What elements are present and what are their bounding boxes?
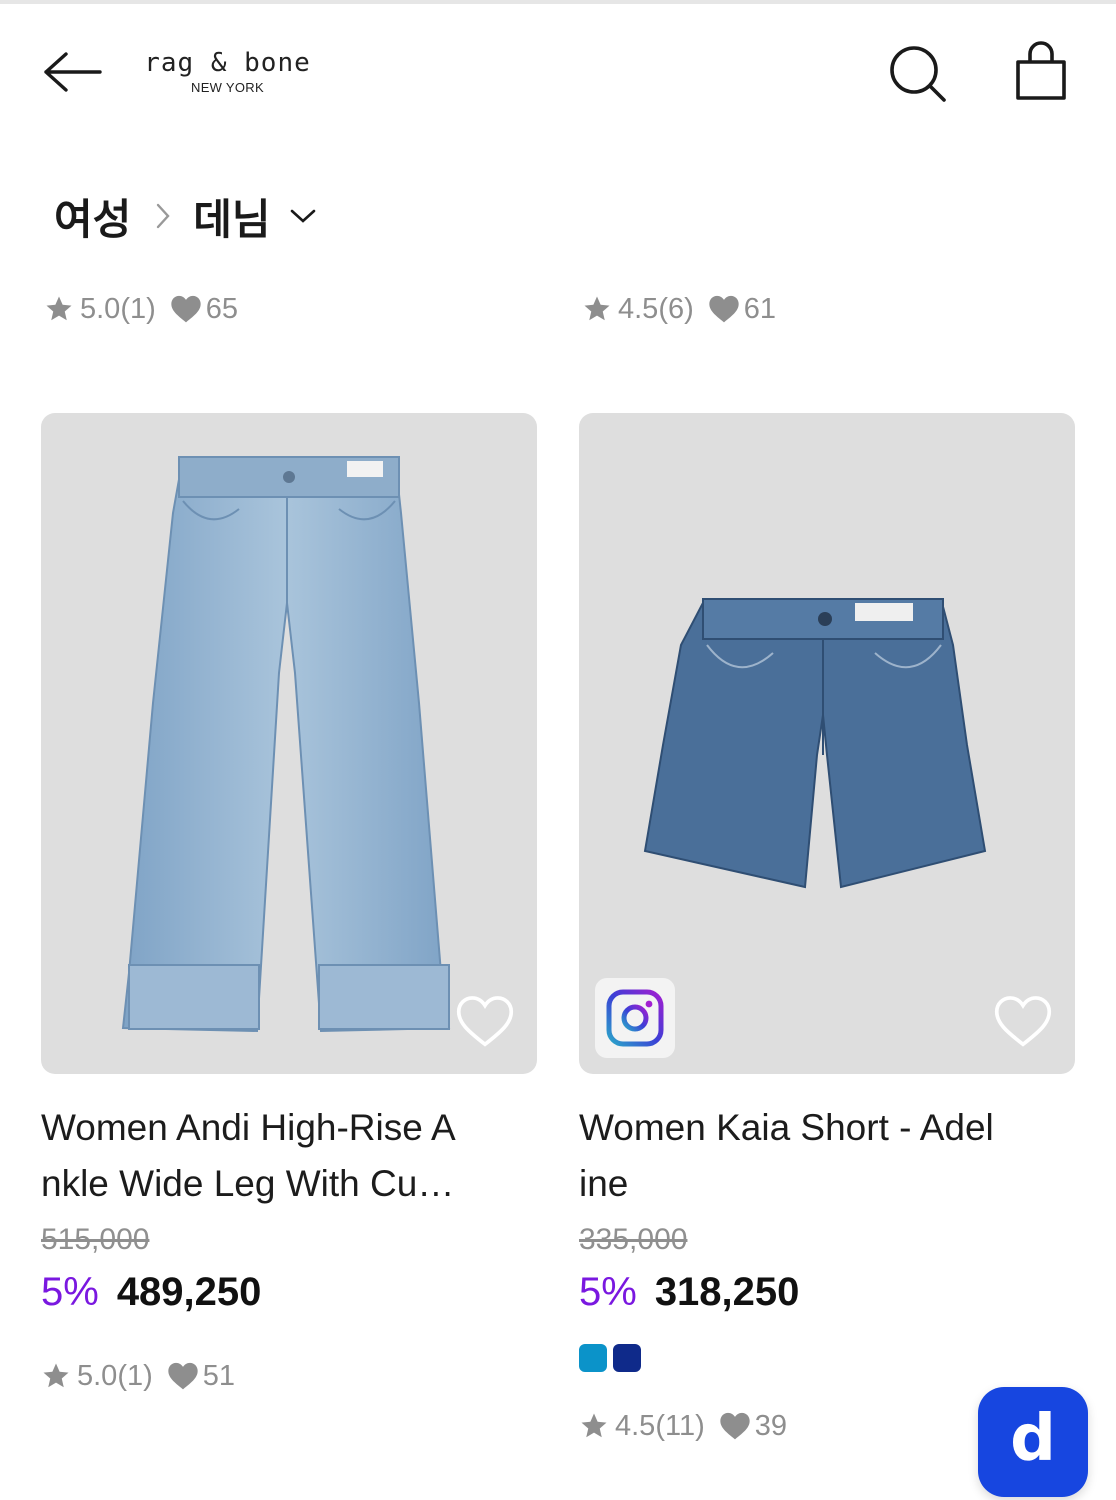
- discount-rate: 5%: [41, 1270, 99, 1314]
- sale-price-row: 5% 318,250: [579, 1266, 1075, 1318]
- sale-price: 489,250: [116, 1270, 262, 1314]
- star-icon: [584, 296, 610, 321]
- cart-button[interactable]: [1008, 40, 1074, 106]
- search-icon: [890, 46, 946, 102]
- heart-icon: [168, 1362, 198, 1390]
- shopping-bag-icon: [1016, 41, 1066, 100]
- breadcrumb-current[interactable]: 데님: [193, 186, 270, 247]
- original-price: 335,000: [579, 1223, 688, 1256]
- sale-price-row: 5% 489,250: [41, 1266, 537, 1318]
- product-image[interactable]: [41, 413, 537, 1074]
- star-icon: [43, 1363, 69, 1388]
- chevron-down-icon[interactable]: [289, 207, 317, 225]
- likes-count: 51: [202, 1359, 236, 1392]
- search-button[interactable]: [884, 40, 950, 106]
- product-meta: 5.0(1) 51: [41, 1356, 537, 1396]
- color-swatches: [579, 1344, 1075, 1372]
- product-meta: 4.5(6) 61: [582, 289, 776, 329]
- rating-text: 5.0(1): [80, 292, 156, 325]
- heart-outline-icon: [456, 996, 514, 1047]
- instagram-badge[interactable]: [595, 978, 675, 1058]
- rating-text: 5.0(1): [77, 1359, 153, 1392]
- app-header: rag & bone NEW YORK: [0, 4, 1116, 134]
- rating-text: 4.5(11): [615, 1409, 705, 1442]
- sale-price: 318,250: [654, 1270, 800, 1314]
- heart-outline-icon: [994, 996, 1052, 1047]
- wishlist-button[interactable]: [993, 994, 1053, 1048]
- color-swatch[interactable]: [579, 1344, 607, 1372]
- back-button[interactable]: [40, 42, 110, 102]
- likes-count: 61: [743, 292, 777, 325]
- arrow-left-icon: [44, 52, 102, 92]
- heart-icon: [720, 1412, 750, 1440]
- color-swatch[interactable]: [613, 1344, 641, 1372]
- wide-leg-jeans-image: [121, 456, 451, 1033]
- wishlist-button[interactable]: [455, 994, 515, 1048]
- fab-label: d: [1010, 1402, 1056, 1476]
- product-meta: 5.0(1) 65: [44, 289, 238, 329]
- discount-rate: 5%: [579, 1270, 637, 1314]
- breadcrumb: 여성 데님: [54, 186, 317, 246]
- denim-shorts-image: [643, 598, 987, 889]
- product-title[interactable]: Women Andi High-Rise A nkle Wide Leg Wit…: [41, 1100, 511, 1212]
- rating-text: 4.5(6): [618, 292, 694, 325]
- product-image[interactable]: [579, 413, 1075, 1074]
- instagram-icon: [606, 989, 664, 1047]
- breadcrumb-parent[interactable]: 여성: [54, 186, 131, 247]
- product-card[interactable]: Women Kaia Short - Adel ine 335,000 5% 3…: [579, 413, 1075, 1446]
- product-card[interactable]: Women Andi High-Rise A nkle Wide Leg Wit…: [41, 413, 537, 1396]
- chevron-right-icon: [155, 202, 171, 230]
- likes-count: 39: [754, 1409, 787, 1442]
- likes-count: 65: [205, 292, 239, 325]
- heart-icon: [171, 295, 201, 323]
- star-icon: [46, 296, 72, 321]
- product-title[interactable]: Women Kaia Short - Adel ine: [579, 1100, 1049, 1212]
- original-price: 515,000: [41, 1223, 150, 1256]
- brand-logo[interactable]: rag & bone NEW YORK: [140, 48, 315, 95]
- brand-name: rag & bone: [144, 48, 311, 78]
- heart-icon: [709, 295, 739, 323]
- star-icon: [581, 1413, 607, 1438]
- floating-app-button[interactable]: d: [978, 1387, 1088, 1497]
- brand-subtitle: NEW YORK: [191, 80, 264, 95]
